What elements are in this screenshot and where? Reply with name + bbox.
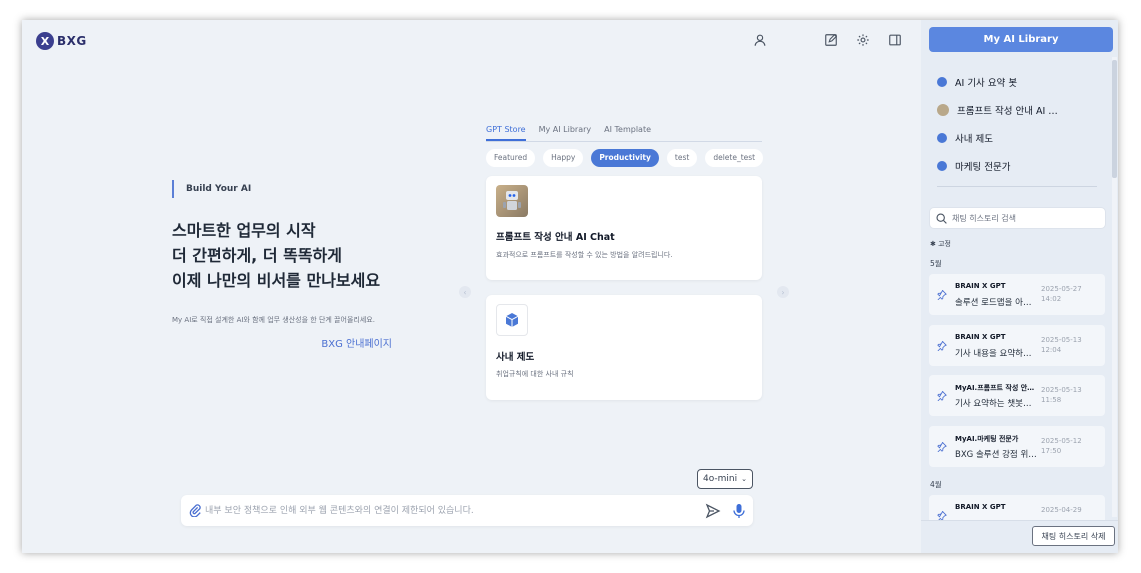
chat-input-bar bbox=[181, 495, 753, 526]
model-label: 4o-mini bbox=[703, 474, 738, 484]
card-title: 프롬프트 작성 안내 AI Chat bbox=[496, 232, 615, 243]
history-source: MyAI.마케팅 전문가 bbox=[955, 435, 1019, 443]
history-source: MyAI.프롬프트 작성 안… bbox=[955, 384, 1035, 392]
category-chips: Featured Happy Productivity test delete_… bbox=[486, 149, 764, 167]
history-time: 11:58 bbox=[1041, 396, 1062, 404]
history-date: 2025-05-13 bbox=[1041, 336, 1082, 344]
paperclip-icon[interactable] bbox=[188, 503, 202, 517]
month-label: 4월 bbox=[930, 480, 942, 489]
store-tabs: GPT Store My AI Library AI Template bbox=[486, 125, 762, 142]
hero-section: Build Your AI 스마트한 업무의 시작 더 간편하게, 더 똑똑하게… bbox=[172, 180, 412, 350]
history-item[interactable]: BRAIN X GPT 솔루션 로드맵을 아… 2025-05-27 14:02 bbox=[929, 274, 1105, 315]
library-item-label: 마케팅 전문가 bbox=[955, 162, 1011, 173]
search-icon bbox=[936, 213, 947, 224]
hero-title-line: 이제 나만의 비서를 만나보세요 bbox=[172, 271, 381, 290]
bot-icon bbox=[937, 77, 947, 87]
history-source: BRAIN X GPT bbox=[955, 282, 1006, 290]
history-time: 14:02 bbox=[1041, 295, 1062, 303]
pin-icon[interactable] bbox=[937, 290, 947, 300]
tab-my-ai-library[interactable]: My AI Library bbox=[539, 125, 592, 141]
robot-image bbox=[496, 185, 528, 217]
chip-productivity[interactable]: Productivity bbox=[591, 149, 659, 167]
carousel-prev-icon[interactable]: ‹ bbox=[459, 286, 471, 298]
library-item-label: AI 기사 요약 봇 bbox=[955, 78, 1018, 89]
history-date: 2025-05-13 bbox=[1041, 386, 1082, 394]
history-time: 17:50 bbox=[1041, 447, 1062, 455]
chip-featured[interactable]: Featured bbox=[486, 149, 536, 167]
app-window: X BXG Build Your AI 스마트한 업무의 시작 더 간편하게, … bbox=[22, 20, 1118, 553]
sidebar-scrollbar-thumb[interactable] bbox=[1112, 60, 1117, 178]
history-item[interactable]: MyAI.마케팅 전문가 BXG 솔루션 강점 위… 2025-05-12 17… bbox=[929, 426, 1105, 467]
history-item[interactable]: BRAIN X GPT 기사 내용을 요약하… 2025-05-13 12:04 bbox=[929, 325, 1105, 366]
pin-icon[interactable] bbox=[937, 442, 947, 452]
tab-gpt-store[interactable]: GPT Store bbox=[486, 125, 526, 141]
history-date: 2025-05-27 bbox=[1041, 285, 1082, 293]
history-source: BRAIN X GPT bbox=[955, 333, 1006, 341]
card-description: 취업규칙에 대한 사내 규칙 bbox=[496, 370, 574, 378]
hero-title-line: 더 간편하게, 더 똑똑하게 bbox=[172, 246, 342, 265]
app-logo[interactable]: X BXG bbox=[36, 32, 87, 50]
divider bbox=[937, 186, 1097, 187]
card-description: 효과적으로 프롬프트를 작성할 수 있는 방법을 알려드립니다. bbox=[496, 251, 673, 259]
library-list: AI 기사 요약 봇 프롬프트 작성 안내 AI … 사내 제도 마케팅 전문가 bbox=[937, 68, 1058, 180]
pin-icon[interactable] bbox=[937, 391, 947, 401]
right-sidebar: My AI Library AI 기사 요약 봇 프롬프트 작성 안내 AI …… bbox=[921, 20, 1118, 553]
send-icon[interactable] bbox=[705, 503, 721, 519]
hero-title-line: 스마트한 업무의 시작 bbox=[172, 221, 316, 240]
library-item[interactable]: 마케팅 전문가 bbox=[937, 152, 1058, 180]
history-search bbox=[929, 207, 1106, 229]
logo-text: BXG bbox=[57, 34, 87, 48]
avatar bbox=[937, 104, 949, 116]
history-message: 솔루션 로드맵을 아… bbox=[955, 298, 1032, 308]
month-label: 5월 bbox=[930, 259, 942, 268]
history-search-input[interactable] bbox=[952, 211, 1102, 226]
history-date: 2025-05-12 bbox=[1041, 437, 1082, 445]
guide-page-link[interactable]: BXG 안내페이지 bbox=[172, 335, 412, 350]
microphone-icon[interactable] bbox=[732, 503, 746, 519]
chip-test[interactable]: test bbox=[666, 149, 698, 167]
pinned-label: ✱ 고정 bbox=[930, 240, 951, 248]
history-message: 기사 내용을 요약하… bbox=[955, 349, 1032, 359]
chip-happy[interactable]: Happy bbox=[543, 149, 584, 167]
logo-mark: X bbox=[36, 32, 54, 50]
gpt-card[interactable]: 프롬프트 작성 안내 AI Chat 효과적으로 프롬프트를 작성할 수 있는 … bbox=[486, 176, 762, 280]
hero-title: 스마트한 업무의 시작 더 간편하게, 더 똑똑하게 이제 나만의 비서를 만나… bbox=[172, 218, 412, 293]
user-icon[interactable] bbox=[751, 31, 769, 49]
panel-toggle-icon[interactable] bbox=[886, 31, 904, 49]
carousel-next-icon[interactable]: › bbox=[777, 286, 789, 298]
history-message: 기사 요약하는 챗봇… bbox=[955, 399, 1032, 409]
library-item[interactable]: 사내 제도 bbox=[937, 124, 1058, 152]
delete-history-button[interactable]: 채팅 히스토리 삭제 bbox=[1032, 526, 1115, 546]
gear-icon[interactable] bbox=[854, 31, 872, 49]
history-source: BRAIN X GPT bbox=[955, 503, 1006, 511]
tab-ai-template[interactable]: AI Template bbox=[604, 125, 651, 141]
library-item-label: 사내 제도 bbox=[955, 134, 993, 145]
chat-input[interactable] bbox=[205, 501, 665, 520]
bot-icon bbox=[937, 133, 947, 143]
chevron-down-icon: ⌄ bbox=[741, 475, 747, 483]
pin-icon[interactable] bbox=[937, 341, 947, 351]
cube-icon bbox=[496, 304, 528, 336]
hero-tag: Build Your AI bbox=[172, 180, 412, 198]
bot-icon bbox=[937, 161, 947, 171]
model-select[interactable]: 4o-mini ⌄ bbox=[697, 469, 753, 489]
card-title: 사내 제도 bbox=[496, 352, 535, 363]
edit-icon[interactable] bbox=[822, 31, 840, 49]
hero-description: My AI로 직접 설계한 AI와 함께 업무 생산성을 한 단계 끌어올리세요… bbox=[172, 316, 375, 324]
history-date: 2025-04-29 bbox=[1041, 506, 1082, 514]
library-item[interactable]: AI 기사 요약 봇 bbox=[937, 68, 1058, 96]
history-message: BXG 솔루션 강점 위… bbox=[955, 450, 1037, 460]
history-time: 12:04 bbox=[1041, 346, 1062, 354]
history-item[interactable]: MyAI.프롬프트 작성 안… 기사 요약하는 챗봇… 2025-05-13 1… bbox=[929, 375, 1105, 416]
library-item[interactable]: 프롬프트 작성 안내 AI … bbox=[937, 96, 1058, 124]
chip-delete-test[interactable]: delete_test bbox=[705, 149, 764, 167]
library-item-label: 프롬프트 작성 안내 AI … bbox=[957, 106, 1058, 117]
gpt-card[interactable]: 사내 제도 취업규칙에 대한 사내 규칙 bbox=[486, 295, 762, 400]
my-ai-library-button[interactable]: My AI Library bbox=[929, 27, 1113, 52]
